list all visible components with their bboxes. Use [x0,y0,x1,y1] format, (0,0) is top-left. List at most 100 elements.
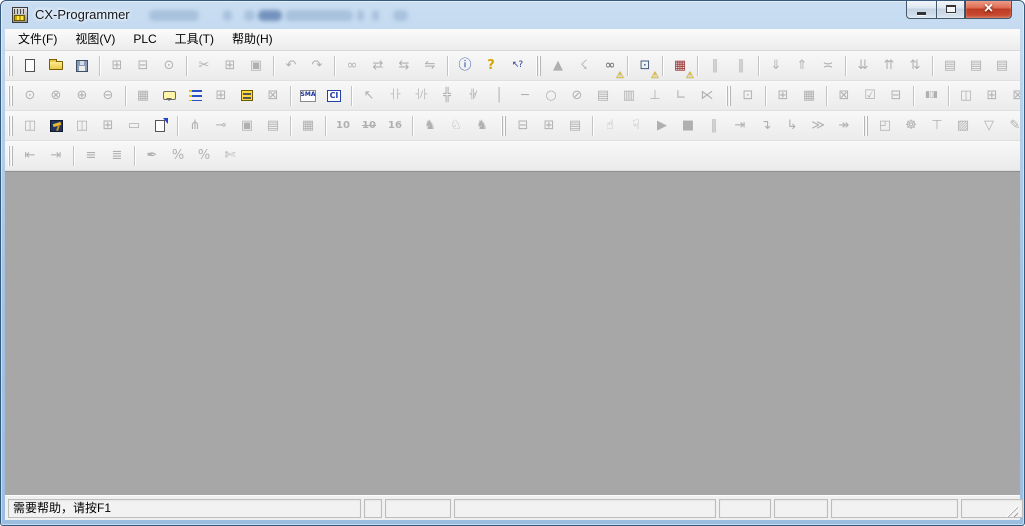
toolbar-grip[interactable] [8,86,13,106]
toolbar-grip[interactable] [8,56,13,76]
toolbar-separator [351,86,352,106]
run-simulation-icon: ▶ [657,119,667,132]
close-button[interactable] [965,0,1012,19]
search-address-button: ⇆ [392,55,416,77]
toolbar-separator [73,146,74,166]
menu-item-plc[interactable]: PLC [124,29,165,50]
maximize-button[interactable] [936,0,965,19]
toggle-plc-monitoring-button[interactable]: ▦⚠ [668,55,692,77]
status-panel-5 [719,499,771,518]
context-help-button[interactable]: ↖? [505,55,529,77]
transfer-online-edit-button: ⊞ [537,115,561,137]
show-symbols-button[interactable] [235,85,259,107]
title-bar[interactable]: CX-Programmer [1,1,1024,29]
upload-from-plc-icon: ⇑ [797,59,808,72]
menu-item-help[interactable]: 帮助(H) [223,29,282,50]
zoom-out-icon: ⊖ [103,89,114,102]
show-rung-annotations-button[interactable] [183,85,207,107]
menu-item-view[interactable]: 视图(V) [66,29,124,50]
change-plc-model-icon: ⊞ [112,59,123,72]
status-panel-1: 需要帮助，请按F1 [8,499,361,518]
show-rung-statistics-button: ▭ [122,115,146,137]
monitor-in-rung-icon: ⊞ [216,89,227,102]
show-watch-window-button: ▦ [797,85,821,107]
force-set-icon: ⋔ [190,119,201,132]
toolbar-separator [697,56,698,76]
close-all-windows-icon: ⊠ [1013,89,1020,102]
toolbar-grip[interactable] [8,116,13,136]
minimize-button[interactable] [906,0,936,19]
app-icon[interactable] [12,7,28,23]
new-closed-or-contact-icon: ╬/ [470,91,476,100]
upload-from-plc-button: ⇑ [790,55,814,77]
minimize-icon [917,12,926,15]
toolbar-separator [826,86,827,106]
step-in-button: ↴ [754,115,778,137]
new-corner-icon: ∟ [676,89,687,102]
new-or-vertical-icon: ⊥ [649,89,660,102]
toggle-plc-monitoring-icon: ▦ [674,59,686,72]
show-local-symbols-icon: ⊞ [987,89,998,102]
pulse-monitor-icon: ♞ [476,119,488,132]
work-online-simulator-button[interactable]: ∞⚠ [598,55,622,77]
toolbar-separator [627,56,628,76]
properties-icon [155,120,165,132]
print-button: ⊟ [131,55,155,77]
toolbar-row-standard: ⊞⊟⊙✂⊞▣↶↷∞⇄⇆⇋ⓘ?↖?▲☇∞⚠⊡⚠▦⚠‖‖⇓⇑≍⇊⇈⇅▤▤▤▤⊓⊔ [5,51,1020,81]
toolbar-separator [845,56,846,76]
open-project-button[interactable] [44,55,68,77]
continuous-step-run-button: ≫ [806,115,830,137]
toolbar-separator [412,116,413,136]
toolbar-separator [765,86,766,106]
delete-vertical-button: ⋉ [695,85,719,107]
pause-monitoring-button: ‖ [703,55,727,77]
save-project-button[interactable] [70,55,94,77]
compare-with-plc-icon: ≍ [823,59,834,72]
cross-reference-button[interactable]: ⓘ [453,55,477,77]
search-address-icon: ⇆ [399,59,410,72]
differential-up-monitor-button: ♞ [418,115,442,137]
pause-simulation-icon: ‖ [711,119,718,132]
show-rung-annotations-icon [189,90,202,101]
show-toolbox-button[interactable] [44,115,68,137]
new-contact-icon: ┤├ [391,91,400,100]
warning-icon: ⚠ [686,71,694,80]
protection-filter-icon: ▽ [984,119,994,132]
toolbar-separator [290,86,291,106]
toolbar-separator [125,86,126,106]
show-condition-flags-button[interactable]: CI [322,85,346,107]
cross-reference-icon: ⓘ [458,59,471,72]
tile-windows-icon: ▮▯▮ [925,91,937,100]
toolbar-grip[interactable] [501,116,506,136]
new-corner-button: ∟ [669,85,693,107]
online-with-simulator-button[interactable]: ⊡⚠ [633,55,657,77]
differential-down-monitor-icon: ♘ [450,119,462,132]
new-closed-contact-icon: ┤/├ [416,91,427,100]
properties-button[interactable] [148,115,172,137]
usage-rate-icon: % [172,149,184,162]
run-simulation-button: ▶ [650,115,674,137]
data-trace-icon: ⊤ [931,119,942,132]
set-breakpoint-icon: ☝ [606,119,614,132]
program-mode-button: ▤ [938,55,962,77]
view-signed-decimal-button: 10 [357,115,381,137]
toolbar-row-rungs: ⇤⇥≡≣✒%%✄ [5,141,1020,171]
indent-rung-icon: ⇥ [51,149,62,162]
clear-breakpoints-button: ☟ [624,115,648,137]
show-comments-button[interactable] [157,85,181,107]
toolbar-grip[interactable] [863,116,868,136]
monitor-mode-icon: ▤ [996,59,1008,72]
help-button[interactable]: ? [479,55,503,77]
cancel-edit-icon: ✄ [225,149,236,162]
delete-vertical-icon: ⋉ [701,89,714,102]
toolbar-grip[interactable] [536,56,541,76]
toolbar-grip[interactable] [726,86,731,106]
toolbar-grip[interactable] [8,146,13,166]
view-hex-button: 16 [383,115,407,137]
show-memory-address-button[interactable]: SMA [296,85,320,107]
menu-item-file[interactable]: 文件(F) [9,29,66,50]
new-horizontal-button: ─ [513,85,537,107]
menu-item-tools[interactable]: 工具(T) [166,29,223,50]
new-project-button[interactable] [18,55,42,77]
status-panel-4 [454,499,716,518]
